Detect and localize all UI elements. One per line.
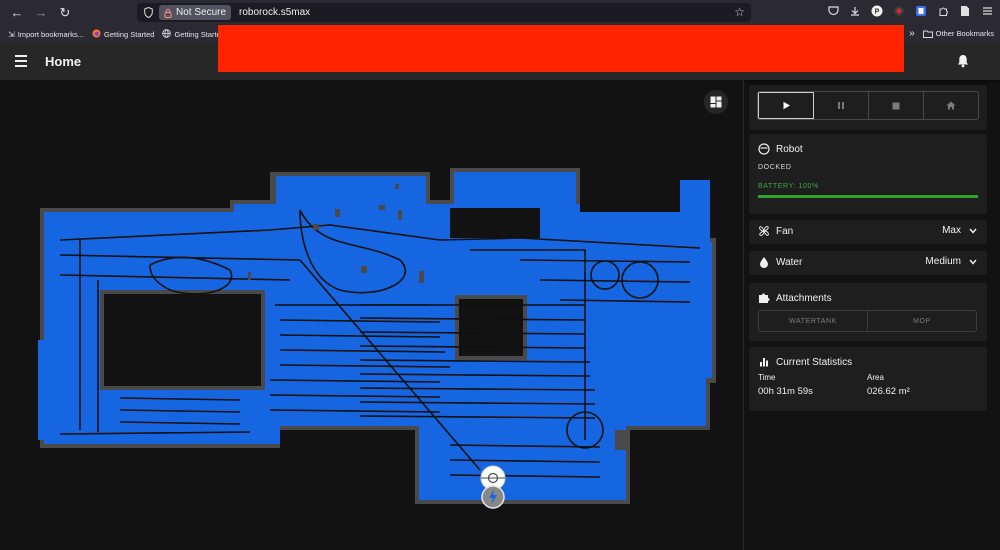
- water-drop-icon: [758, 256, 770, 268]
- bookmark-label: Getting Started: [103, 29, 155, 39]
- folder-icon: [922, 30, 933, 38]
- import-icon: ⇲: [8, 29, 15, 39]
- globe-icon: [162, 28, 172, 40]
- attachments-toggle-group: WATERTANK MOP: [758, 310, 977, 332]
- stat-time-value: 00h 31m 59s: [758, 386, 813, 397]
- statistics-card: Current Statistics Time 00h 31m 59s Area…: [749, 347, 987, 411]
- url-bar[interactable]: Not Secure roborock.s5max ☆: [137, 3, 751, 22]
- fan-speed-value: Max: [942, 225, 961, 236]
- fan-icon: [758, 225, 770, 237]
- svg-text:P: P: [875, 9, 880, 16]
- mop-toggle[interactable]: MOP: [868, 311, 976, 331]
- robot-card-title: Robot: [776, 143, 803, 155]
- app-menu-icon[interactable]: [980, 4, 994, 18]
- pocket-icon[interactable]: [826, 4, 840, 18]
- extension-blue-icon[interactable]: [914, 4, 928, 18]
- map-view[interactable]: [0, 80, 743, 550]
- extension-p-icon[interactable]: P: [870, 4, 884, 18]
- not-secure-label: Not Secure: [176, 7, 227, 18]
- cleaning-map[interactable]: [0, 80, 743, 550]
- url-text[interactable]: roborock.s5max: [239, 7, 310, 18]
- pause-icon: [838, 102, 844, 109]
- page-title: Home: [45, 54, 82, 69]
- stop-icon: [892, 102, 900, 109]
- panel-divider: [743, 80, 744, 550]
- fan-speed-card[interactable]: Fan Max: [749, 220, 987, 244]
- shield-icon[interactable]: [141, 7, 155, 18]
- stop-button[interactable]: [869, 92, 924, 119]
- bookmarks-overflow-icon[interactable]: »: [909, 28, 915, 39]
- robot-status-text: DOCKED: [758, 164, 792, 171]
- back-arrow-icon[interactable]: ←: [6, 2, 28, 24]
- browser-toolbar: ← → ↻ Not Secure roborock.s5max ☆ P: [0, 0, 1000, 25]
- not-secure-badge[interactable]: Not Secure: [159, 5, 232, 20]
- battery-progress-fill: [758, 195, 978, 198]
- water-level-value: Medium: [925, 256, 961, 267]
- firefox-icon: [92, 29, 101, 40]
- water-level-select[interactable]: Medium: [925, 256, 977, 267]
- reader-page-icon[interactable]: [958, 4, 972, 18]
- bookmark-star-icon[interactable]: ☆: [734, 5, 745, 19]
- bookmark-getting-started-firefox[interactable]: Getting Started: [92, 29, 154, 40]
- reload-icon[interactable]: ↻: [54, 2, 76, 24]
- start-button[interactable]: [758, 92, 814, 119]
- puzzle-icon: [758, 292, 770, 304]
- play-icon: [783, 101, 790, 110]
- stat-area-value: 026.62 m²: [867, 386, 910, 397]
- stat-area: Area 026.62 m²: [867, 373, 910, 397]
- lock-warning-icon: [164, 8, 172, 18]
- bookmark-label: Import bookmarks...: [17, 29, 84, 39]
- robot-vacuum-icon: [758, 143, 770, 155]
- watertank-toggle[interactable]: WATERTANK: [759, 311, 868, 331]
- battery-label: BATTERY: 100%: [758, 183, 819, 190]
- other-bookmarks[interactable]: Other Bookmarks: [922, 29, 994, 38]
- water-level-card[interactable]: Water Medium: [749, 251, 987, 275]
- fan-label: Fan: [776, 225, 794, 237]
- stat-area-label: Area: [867, 373, 884, 382]
- download-icon[interactable]: [848, 4, 862, 18]
- redaction-block: [218, 25, 904, 72]
- robot-status-card: Robot DOCKED BATTERY: 100%: [749, 134, 987, 214]
- chevron-down-icon: [969, 226, 977, 236]
- stat-time: Time 00h 31m 59s: [758, 373, 813, 397]
- dashboard-grid-icon: [710, 96, 722, 108]
- home-icon: [946, 101, 956, 110]
- battery-progress-bar: [758, 195, 978, 198]
- statistics-title: Current Statistics: [776, 356, 853, 368]
- robot-controls-card: [749, 85, 987, 130]
- home-button[interactable]: [924, 92, 978, 119]
- notifications-bell-icon[interactable]: [955, 53, 971, 69]
- attachments-card: Attachments WATERTANK MOP: [749, 283, 987, 341]
- bookmark-getting-started-globe[interactable]: Getting Started: [162, 28, 225, 40]
- attachments-label: Attachments: [776, 292, 832, 304]
- robot-control-buttons: [757, 91, 979, 120]
- extension-red-icon[interactable]: [892, 4, 906, 18]
- pause-button[interactable]: [814, 92, 869, 119]
- bookmark-import[interactable]: ⇲ Import bookmarks...: [8, 30, 84, 39]
- dock-marker: [481, 485, 505, 509]
- other-bookmarks-label: Other Bookmarks: [935, 29, 994, 38]
- chevron-down-icon: [969, 257, 977, 267]
- water-label: Water: [776, 256, 803, 268]
- menu-icon[interactable]: [15, 55, 27, 67]
- map-layers-button[interactable]: [704, 90, 728, 114]
- bar-chart-icon: [758, 356, 770, 368]
- extensions-puzzle-icon[interactable]: [936, 4, 950, 18]
- fan-speed-select[interactable]: Max: [942, 225, 977, 236]
- forward-arrow-icon[interactable]: →: [30, 2, 52, 24]
- stat-time-label: Time: [758, 373, 776, 382]
